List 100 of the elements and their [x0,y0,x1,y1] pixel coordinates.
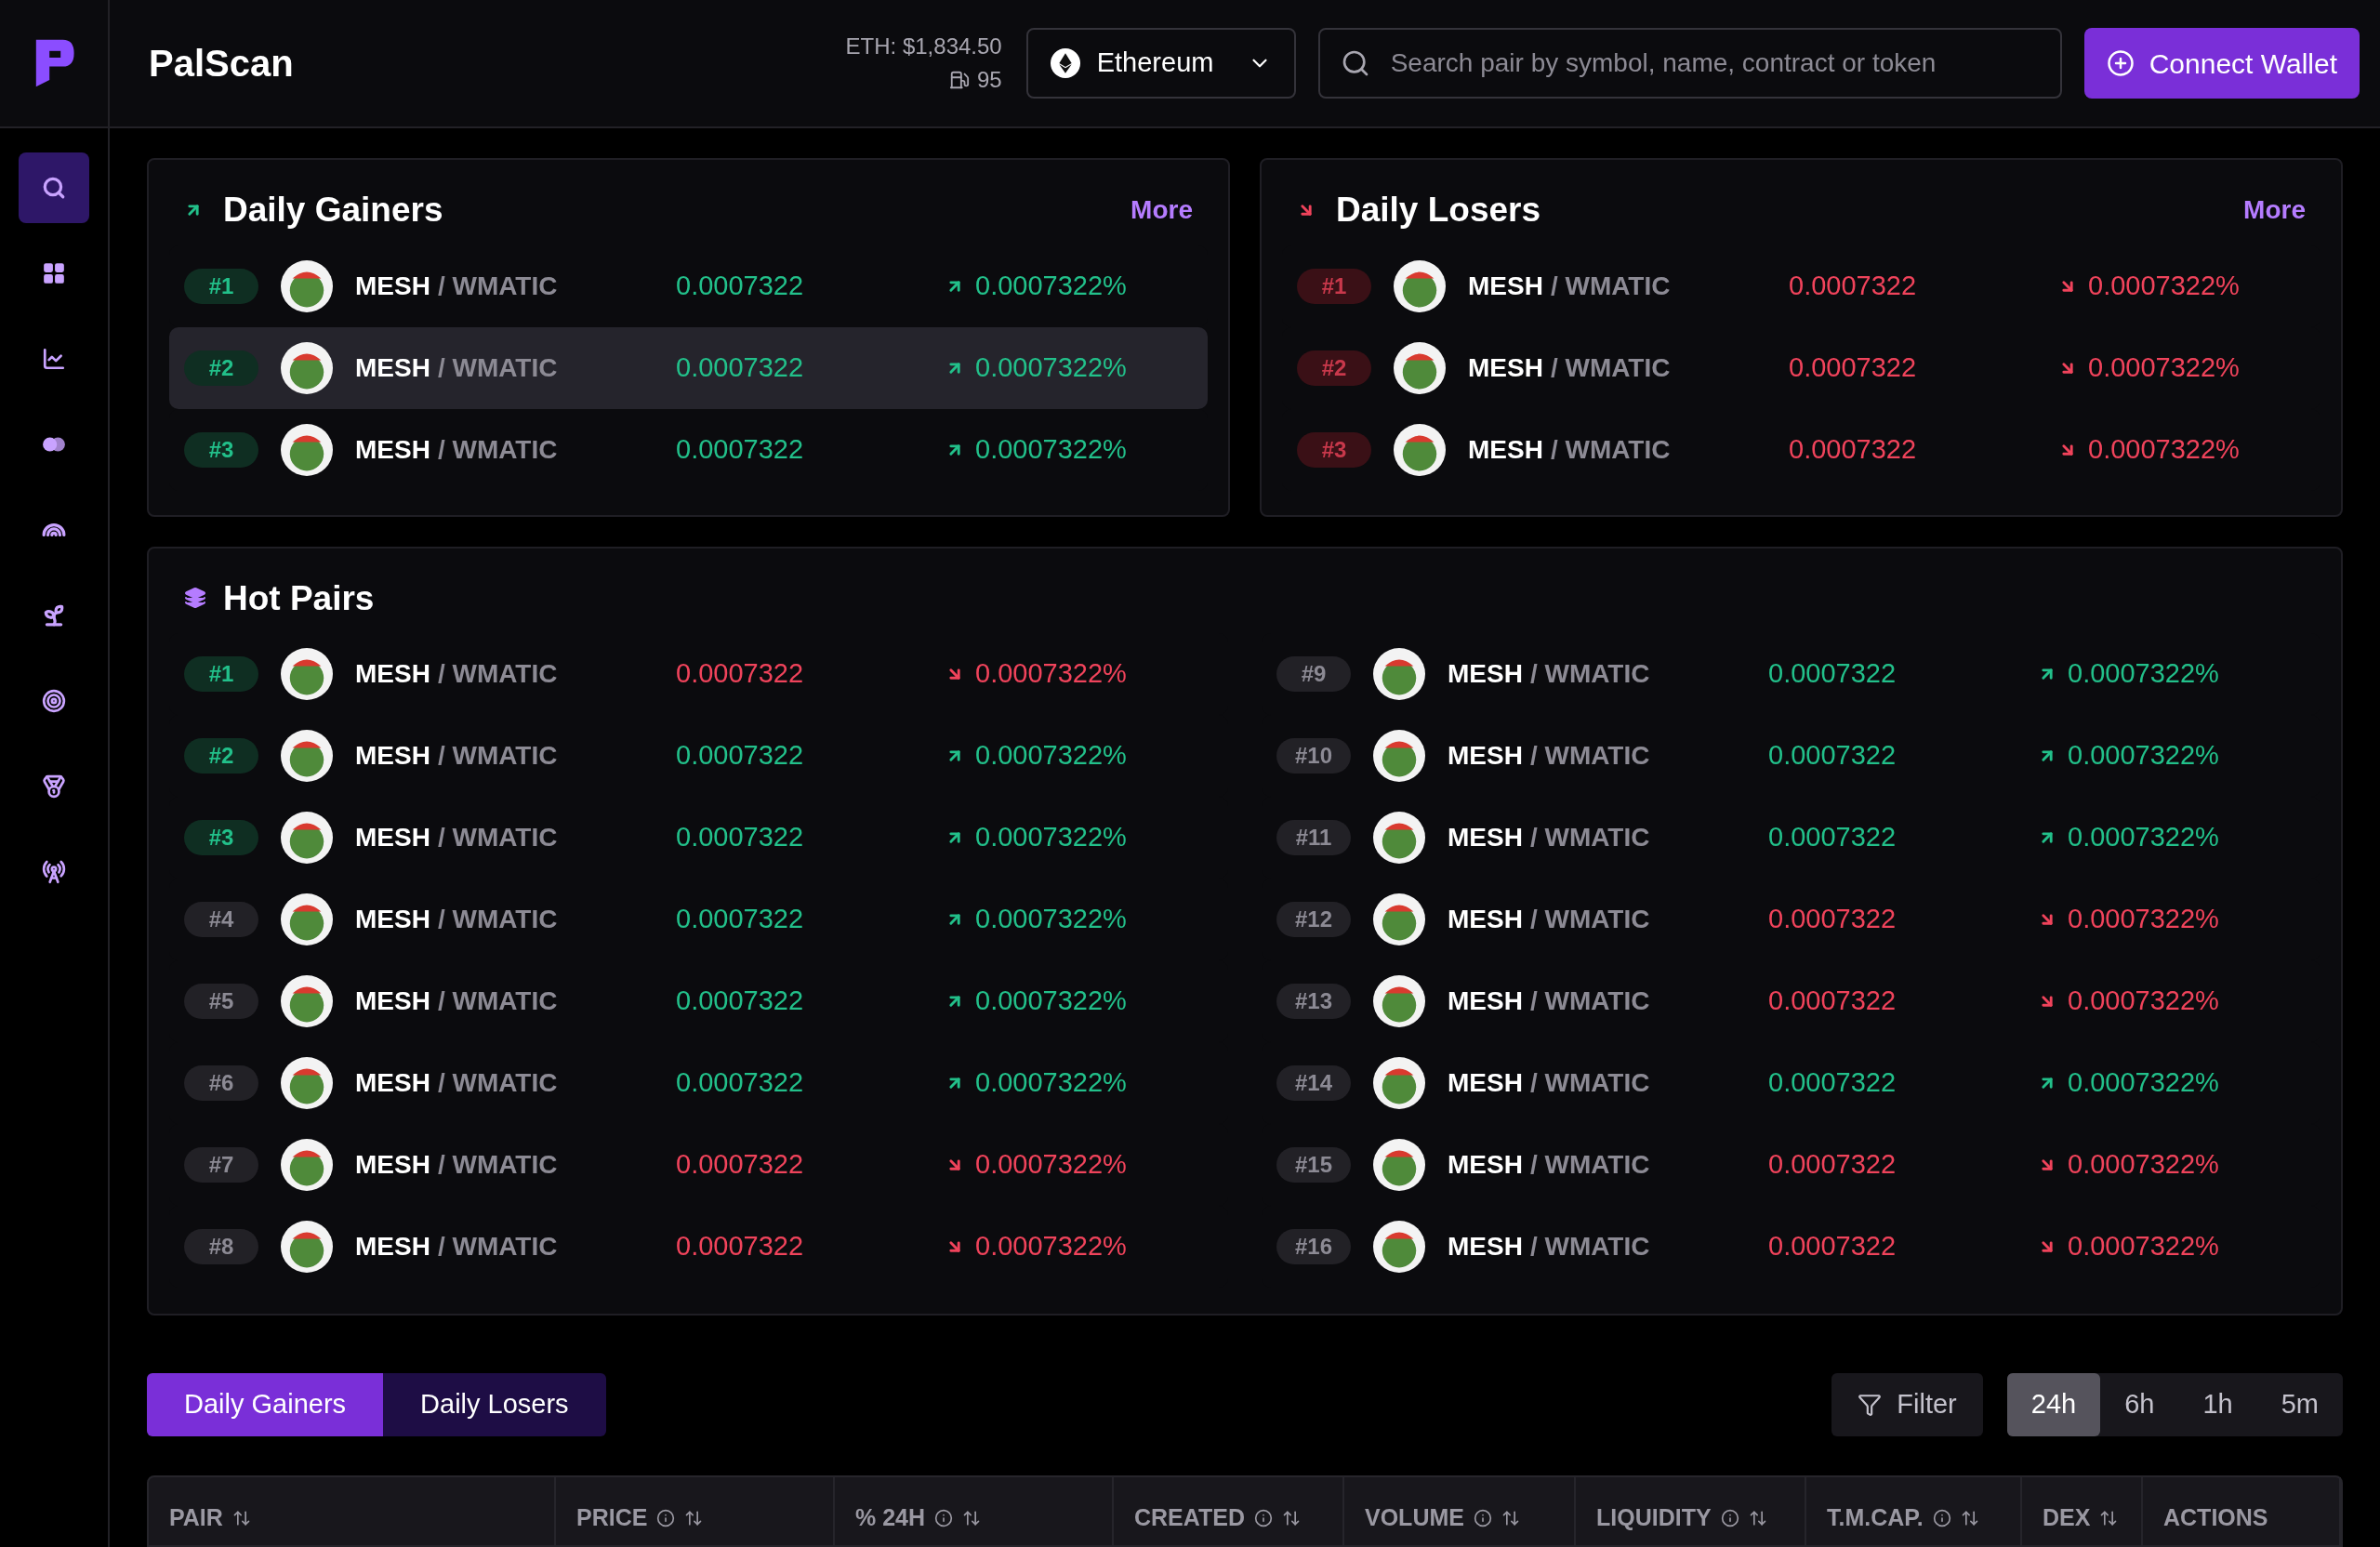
quote-token: / WMATIC [437,1149,558,1181]
rank-badge: #4 [184,902,258,937]
price-value: 0.0007322 [1768,1066,1897,1100]
change-value: 0.0007322% [2068,821,2219,854]
card-title: Hot Pairs [223,577,375,619]
quote-token: / WMATIC [1529,740,1650,772]
rank-badge: #15 [1276,1147,1351,1183]
change-value: 0.0007322% [2068,1148,2219,1182]
time-tab[interactable]: 24h [2006,1373,2101,1436]
change-value: 0.0007322% [2088,269,2240,302]
column-header[interactable]: % 24H [855,1500,926,1536]
more-link[interactable]: More [2243,190,2306,230]
change-value: 0.0007322% [975,1066,1127,1100]
quote-token: / WMATIC [437,270,558,302]
base-token: MESH [1448,1067,1523,1099]
quote-token: / WMATIC [1529,1231,1650,1263]
quote-token: / WMATIC [437,985,558,1017]
rank-badge: #7 [184,1147,258,1183]
token-avatar [1373,893,1425,945]
list-tab[interactable]: Daily Losers [383,1373,606,1436]
token-avatar [1394,423,1446,476]
base-token: MESH [355,822,430,853]
rank-badge: #3 [184,431,258,468]
price-value: 0.0007322 [676,903,805,936]
rank-badge: #13 [1276,984,1351,1019]
price-value: 0.0007322 [1768,657,1897,691]
column-header[interactable]: VOLUME [1365,1500,1464,1536]
base-token: MESH [1448,985,1523,1017]
token-avatar [1373,1139,1425,1191]
connect-wallet-button[interactable]: Connect Wallet [2083,28,2360,99]
price-value: 0.0007322 [1768,739,1897,773]
change-value: 0.0007322% [975,350,1127,384]
search-field[interactable]: Search pair by symbol, name, contract or token [1317,28,2062,99]
base-token: MESH [355,1149,430,1181]
base-token: MESH [355,985,430,1017]
token-avatar [1373,812,1425,864]
token-avatar [281,893,333,945]
filter-button[interactable]: Filter [1831,1373,1983,1436]
base-token: MESH [355,1067,430,1099]
column-header[interactable]: CREATED [1134,1500,1245,1536]
column-header[interactable]: DEX [2043,1500,2091,1536]
search-icon [42,176,66,200]
price-value: 0.0007322 [676,269,805,302]
column-header[interactable]: PRICE [576,1500,648,1536]
change-value: 0.0007322% [2068,903,2219,936]
price-value: 0.0007322 [676,1230,805,1263]
base-token: MESH [355,433,430,466]
medal-icon [42,774,66,799]
column-header[interactable]: PAIR [169,1500,223,1536]
price-value: 0.0007322 [676,1148,805,1182]
price-value: 0.0007322 [676,985,805,1018]
ethereum-icon [1050,48,1080,78]
change-value: 0.0007322% [975,657,1127,691]
column-header[interactable]: T.M.CAP. [1827,1500,1924,1536]
time-tab[interactable]: 5m [2256,1373,2343,1436]
token-avatar [281,341,333,394]
change-value: 0.0007322% [975,985,1127,1018]
token-avatar [1373,1221,1425,1273]
grid-icon [42,261,66,285]
base-token: MESH [1468,433,1543,466]
base-token: MESH [355,351,430,384]
token-avatar [281,423,333,476]
time-tab[interactable]: 6h [2100,1373,2179,1436]
column-header[interactable]: LIQUIDITY [1596,1500,1712,1536]
time-tab[interactable]: 1h [2178,1373,2257,1436]
sidebar-item[interactable] [19,152,89,223]
rank-badge: #5 [184,984,258,1019]
change-value: 0.0007322% [2068,1230,2219,1263]
rank-badge: #1 [184,656,258,692]
gas-icon [949,70,970,90]
base-token: MESH [1448,904,1523,935]
quote-token: / WMATIC [437,658,558,690]
target-icon [42,689,66,713]
token-avatar [281,259,333,312]
list-tab[interactable]: Daily Gainers [147,1373,384,1436]
price-value: 0.0007322 [1768,821,1897,854]
plant-icon [42,603,66,628]
plus-circle-icon [2106,49,2135,77]
price-value: 0.0007322 [676,657,805,691]
price-value: 0.0007322 [676,350,805,384]
base-token: MESH [1468,351,1543,384]
price-value: 0.0007322 [676,1066,805,1100]
pair-row[interactable]: #2 MESH / WMATIC 0.0007322 0.0007322% [169,326,1208,409]
price-value: 0.0007322 [1768,1230,1897,1263]
price-value: 0.0007322 [1768,903,1897,936]
radio-tower-icon [42,860,66,884]
card-title: Daily Losers [1336,190,1541,231]
token-avatar [281,1221,333,1273]
base-token: MESH [1448,658,1523,690]
rank-badge: #8 [184,1229,258,1264]
base-token: MESH [355,740,430,772]
price-value: 0.0007322 [676,739,805,773]
stack-icon [184,587,206,610]
network-dropdown[interactable]: Ethereum [1025,28,1296,99]
quote-token: / WMATIC [1529,1067,1650,1099]
base-token: MESH [1448,1149,1523,1181]
info-icon [1473,1508,1492,1527]
info-icon [1720,1508,1739,1527]
more-link[interactable]: More [1130,190,1193,230]
column-header[interactable]: ACTIONS [2163,1500,2268,1536]
